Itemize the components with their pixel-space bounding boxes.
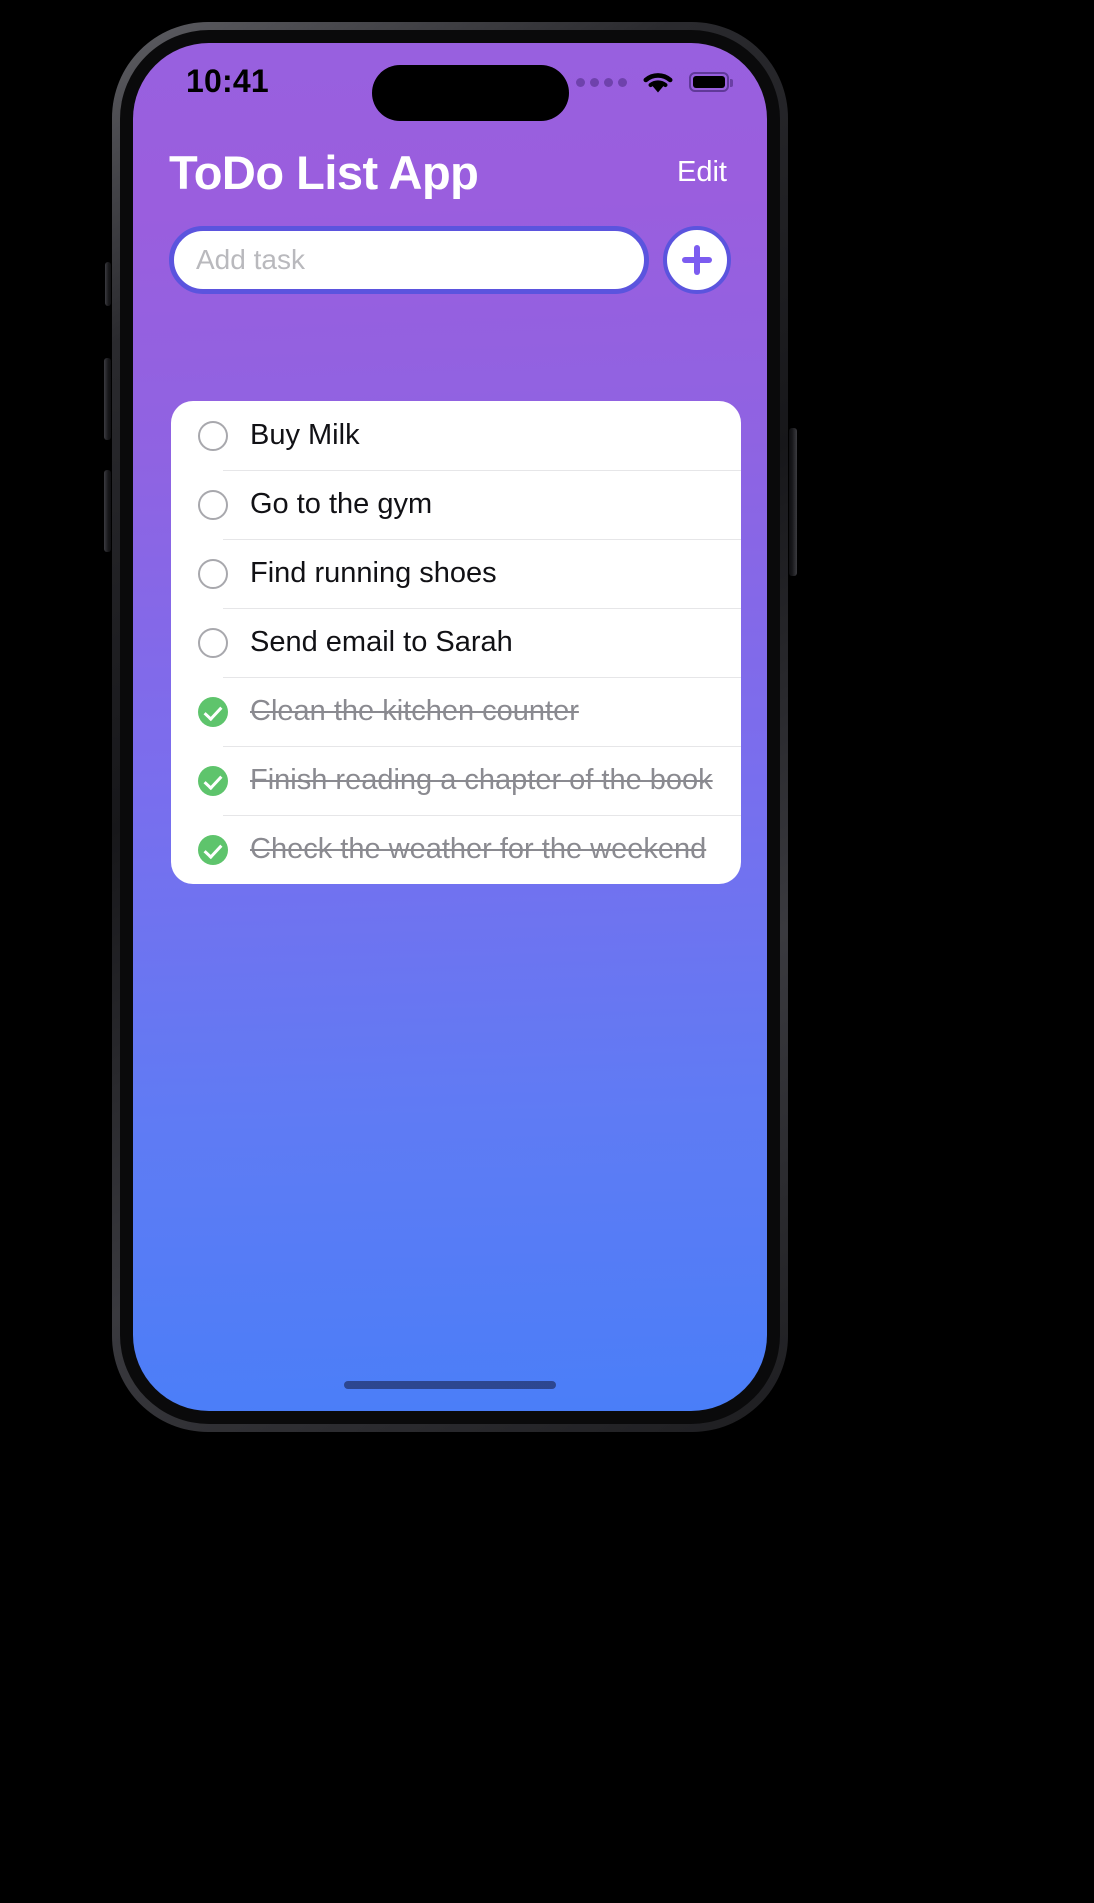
status-bar: 10:41 (133, 43, 767, 121)
phone-frame: 10:41 ToDo List App Edit Add task Buy Mi… (112, 22, 788, 1432)
task-label: Check the weather for the weekend (250, 833, 707, 865)
edit-button[interactable]: Edit (677, 157, 727, 187)
dynamic-island (372, 65, 569, 121)
task-label: Finish reading a chapter of the book (250, 764, 713, 796)
cellular-dots-icon (576, 77, 627, 87)
add-task-input[interactable] (169, 226, 649, 294)
task-checkbox-unchecked-icon[interactable] (198, 627, 228, 658)
add-task-button[interactable] (663, 226, 731, 294)
cellular-dot (590, 77, 599, 87)
task-label: Go to the gym (250, 488, 433, 520)
page-title: ToDo List App (169, 145, 479, 199)
volume-up-button[interactable] (104, 358, 111, 440)
battery-icon (689, 72, 733, 92)
task-row[interactable]: Check the weather for the weekend (171, 815, 741, 884)
plus-icon (682, 245, 712, 275)
task-label: Send email to Sarah (250, 626, 513, 658)
task-checkbox-unchecked-icon[interactable] (198, 558, 228, 589)
task-checkbox-checked-icon[interactable] (198, 834, 228, 865)
task-row[interactable]: Finish reading a chapter of the book (171, 746, 741, 815)
task-row[interactable]: Find running shoes (171, 539, 741, 608)
cellular-dot (618, 77, 627, 87)
task-list-card: Buy Milk Go to the gym Find running shoes S… (171, 401, 741, 884)
home-indicator[interactable] (344, 1381, 556, 1389)
silent-switch[interactable] (105, 262, 111, 306)
add-task-row (169, 225, 731, 295)
task-label: Buy Milk (250, 419, 360, 451)
task-checkbox-checked-icon[interactable] (198, 696, 228, 727)
status-bar-time: 10:41 (186, 63, 269, 99)
task-checkbox-unchecked-icon[interactable] (198, 489, 228, 520)
task-checkbox-checked-icon[interactable] (198, 765, 228, 796)
task-label: Find running shoes (250, 557, 497, 589)
volume-down-button[interactable] (104, 470, 111, 552)
wifi-icon (643, 73, 673, 93)
task-row[interactable]: Go to the gym (171, 470, 741, 539)
power-button[interactable] (789, 428, 797, 576)
task-row[interactable]: Buy Milk (171, 401, 741, 470)
status-bar-indicators (576, 69, 733, 95)
task-row[interactable]: Clean the kitchen counter (171, 677, 741, 746)
cellular-dot (576, 77, 585, 87)
battery-fill (693, 76, 725, 88)
cellular-dot (604, 77, 613, 87)
task-row[interactable]: Send email to Sarah (171, 608, 741, 677)
phone-screen: 10:41 ToDo List App Edit Add task Buy Mi… (133, 43, 767, 1411)
task-label: Clean the kitchen counter (250, 695, 579, 727)
task-checkbox-unchecked-icon[interactable] (198, 420, 228, 451)
app-header: ToDo List App Edit (133, 135, 767, 209)
